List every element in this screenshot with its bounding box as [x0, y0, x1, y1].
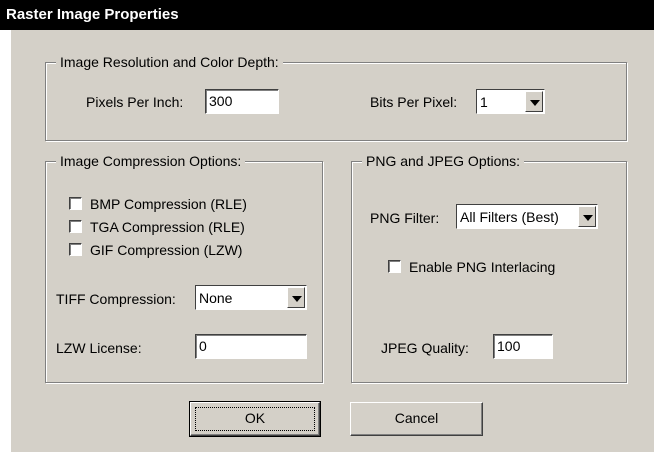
resolution-legend: Image Resolution and Color Depth:	[56, 53, 283, 71]
bpp-selected-value: 1	[480, 94, 488, 110]
checkbox-box[interactable]	[69, 220, 82, 233]
checkbox-box[interactable]	[69, 243, 82, 256]
compression-legend: Image Compression Options:	[56, 152, 246, 170]
ppi-input[interactable]: 300	[205, 89, 279, 114]
chevron-down-icon	[292, 296, 302, 302]
checkbox-box[interactable]	[388, 260, 401, 273]
lzw-license-label: LZW License:	[56, 340, 142, 356]
bpp-label: Bits Per Pixel:	[370, 94, 458, 110]
cancel-button-label: Cancel	[394, 410, 439, 426]
raster-image-properties-dialog: Raster Image Properties Image Resolution…	[0, 0, 654, 452]
title-bar[interactable]: Raster Image Properties	[0, 0, 654, 30]
tiff-compression-label: TIFF Compression:	[56, 291, 176, 307]
png-filter-selected-value: All Filters (Best)	[460, 209, 559, 225]
tiff-dropdown-button[interactable]	[287, 287, 305, 308]
ok-button-label: OK	[244, 410, 266, 426]
cancel-button[interactable]: Cancel	[350, 402, 483, 436]
window-title: Raster Image Properties	[6, 6, 179, 23]
tiff-selected-value: None	[199, 290, 233, 306]
left-window-edge	[0, 30, 11, 452]
checkbox-label: TGA Compression (RLE)	[90, 219, 245, 235]
chevron-down-icon	[583, 215, 593, 221]
checkbox-label: BMP Compression (RLE)	[90, 196, 247, 212]
checkbox-label: Enable PNG Interlacing	[409, 259, 556, 275]
chevron-down-icon	[530, 100, 540, 106]
ok-button[interactable]: OK	[189, 401, 321, 437]
png-filter-dropdown-button[interactable]	[578, 206, 596, 227]
jpeg-quality-input[interactable]: 100	[493, 334, 553, 359]
checkbox-label: GIF Compression (LZW)	[90, 242, 243, 258]
ppi-label: Pixels Per Inch:	[86, 94, 184, 110]
png-jpeg-legend: PNG and JPEG Options:	[362, 152, 525, 170]
tiff-compression-select[interactable]: None	[195, 285, 307, 310]
bpp-select[interactable]: 1	[476, 89, 545, 114]
checkbox-box[interactable]	[69, 197, 82, 210]
lzw-license-input[interactable]: 0	[195, 334, 307, 359]
bpp-dropdown-button[interactable]	[525, 91, 543, 112]
png-filter-select[interactable]: All Filters (Best)	[456, 204, 598, 229]
png-filter-label: PNG Filter:	[370, 210, 440, 226]
jpeg-quality-label: JPEG Quality:	[381, 340, 469, 356]
